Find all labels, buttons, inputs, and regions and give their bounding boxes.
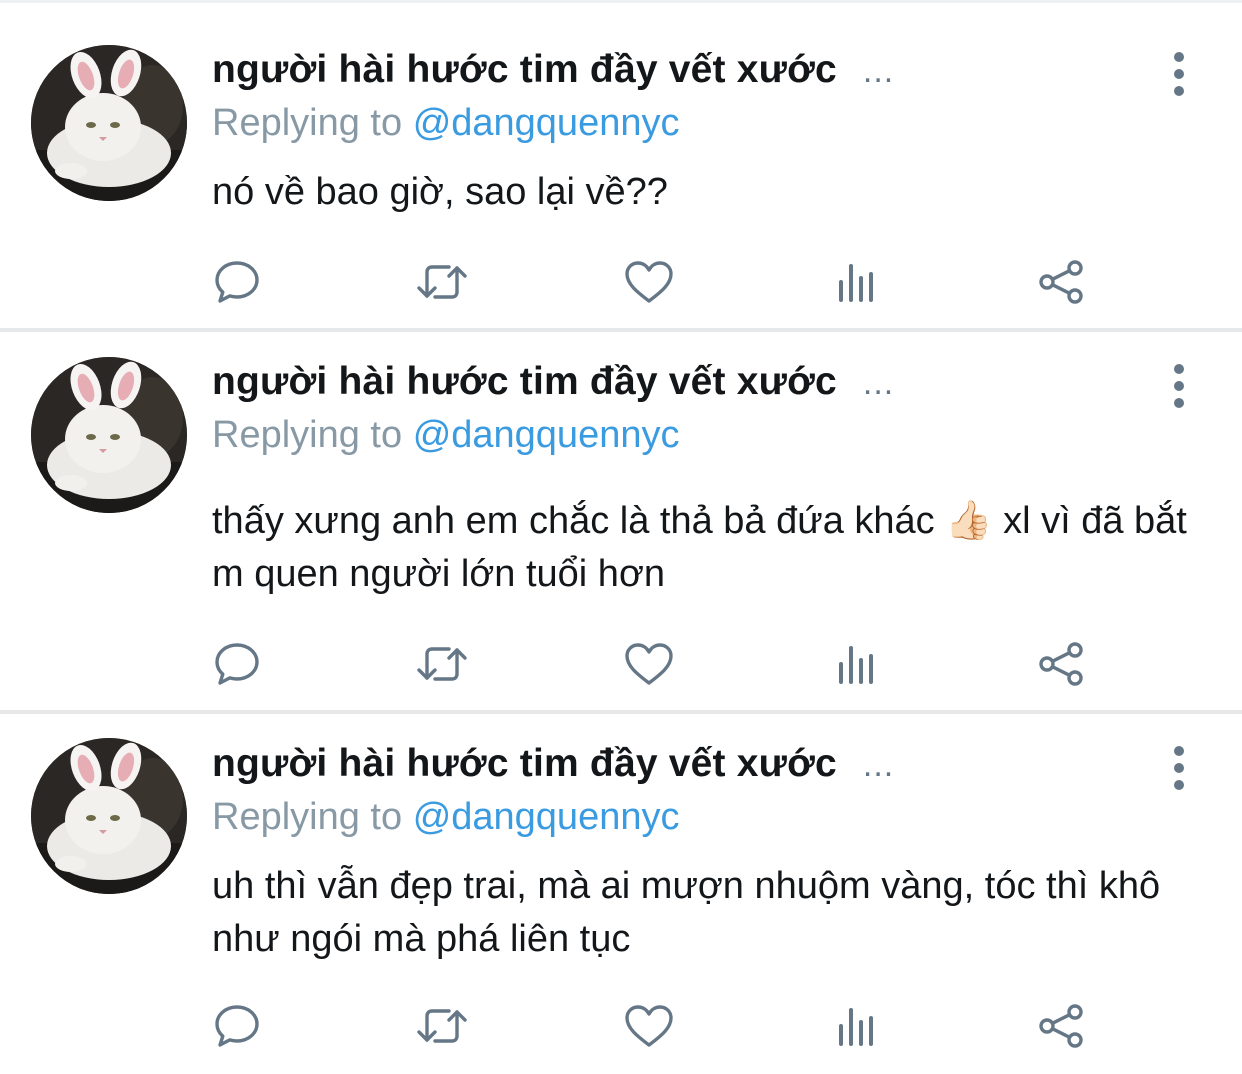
retweet-button[interactable] (414, 1000, 470, 1052)
cat-bunny-ears-avatar-icon (31, 357, 187, 513)
replying-handle-link[interactable]: @dangquennyc (413, 414, 680, 456)
name-ellipsis: ... (862, 364, 895, 402)
display-name[interactable]: người hài hước tim đầy vết xước (212, 48, 837, 92)
share-icon (1039, 1004, 1083, 1048)
avatar[interactable] (31, 357, 187, 513)
reply-tweet[interactable]: người hài hước tim đầy vết xước ... Repl… (0, 714, 1242, 1074)
retweet-icon (417, 647, 467, 681)
reply-button[interactable] (209, 638, 265, 690)
action-bar (0, 256, 1242, 308)
name-ellipsis: ... (862, 52, 895, 90)
action-bar (0, 638, 1242, 690)
replying-prefix: Replying to (212, 796, 403, 838)
analytics-button[interactable] (828, 256, 884, 308)
more-options-icon[interactable] (1166, 746, 1192, 790)
like-icon (625, 1005, 673, 1047)
name-ellipsis: ... (862, 746, 895, 784)
tweet-text: thấy xưng anh em chắc là thả bả đứa khác… (212, 500, 1187, 595)
tweet-text: nó về bao giờ, sao lại về?? (212, 171, 668, 213)
replying-handle-link[interactable]: @dangquennyc (413, 796, 680, 838)
analytics-button[interactable] (828, 1000, 884, 1052)
reply-icon (215, 1005, 259, 1047)
share-button[interactable] (1033, 256, 1089, 308)
replying-handle-link[interactable]: @dangquennyc (413, 102, 680, 144)
replying-prefix: Replying to (212, 102, 403, 144)
like-button[interactable] (621, 638, 677, 690)
avatar[interactable] (31, 738, 187, 894)
reply-button[interactable] (209, 1000, 265, 1052)
cat-bunny-ears-avatar-icon (31, 45, 187, 201)
analytics-button[interactable] (828, 638, 884, 690)
like-icon (625, 261, 673, 303)
like-button[interactable] (621, 1000, 677, 1052)
like-button[interactable] (621, 256, 677, 308)
reply-tweet[interactable]: người hài hước tim đầy vết xước ... Repl… (0, 0, 1242, 330)
like-icon (625, 643, 673, 685)
retweet-button[interactable] (414, 256, 470, 308)
tweet-text: uh thì vẫn đẹp trai, mà ai mượn nhuộm và… (212, 865, 1161, 960)
share-icon (1039, 642, 1083, 686)
display-name[interactable]: người hài hước tim đầy vết xước (212, 360, 837, 404)
replying-to: Replying to @dangquennyc (212, 414, 679, 457)
reply-icon (215, 261, 259, 303)
cat-bunny-ears-avatar-icon (31, 738, 187, 894)
share-button[interactable] (1033, 638, 1089, 690)
replying-to: Replying to @dangquennyc (212, 102, 679, 145)
retweet-button[interactable] (414, 638, 470, 690)
analytics-icon (839, 646, 873, 684)
retweet-icon (417, 265, 467, 299)
reply-icon (215, 643, 259, 685)
reply-tweet[interactable]: người hài hước tim đầy vết xước ... Repl… (0, 332, 1242, 710)
retweet-icon (417, 1009, 467, 1043)
more-options-icon[interactable] (1166, 364, 1192, 408)
replying-prefix: Replying to (212, 414, 403, 456)
display-name[interactable]: người hài hước tim đầy vết xước (212, 742, 837, 786)
avatar[interactable] (31, 45, 187, 201)
replying-to: Replying to @dangquennyc (212, 796, 679, 839)
analytics-icon (839, 264, 873, 302)
more-options-icon[interactable] (1166, 52, 1192, 96)
analytics-icon (839, 1008, 873, 1046)
share-button[interactable] (1033, 1000, 1089, 1052)
action-bar (0, 1000, 1242, 1052)
share-icon (1039, 260, 1083, 304)
reply-button[interactable] (209, 256, 265, 308)
